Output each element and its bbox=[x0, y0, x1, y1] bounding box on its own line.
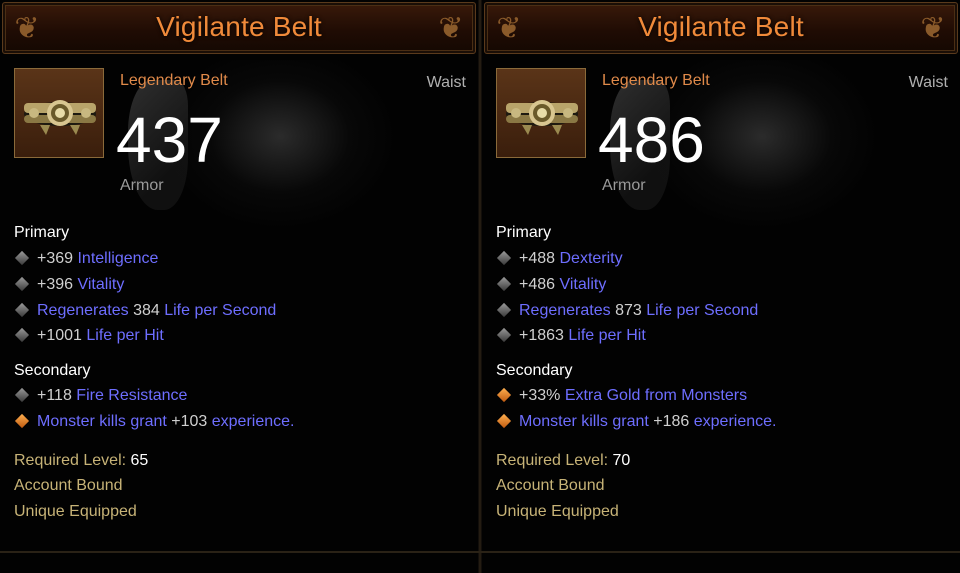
required-level: Required Level: 65 bbox=[14, 452, 148, 470]
account-bound: Account Bound bbox=[14, 477, 123, 494]
belt-icon bbox=[496, 68, 586, 158]
stat-name: Monster kills grant bbox=[37, 413, 172, 430]
armor-value: 437 bbox=[116, 104, 223, 176]
primary-heading: Primary bbox=[14, 224, 70, 241]
orange-diamond-bullet-icon bbox=[496, 388, 512, 403]
gray-diamond-bullet-icon bbox=[496, 277, 512, 292]
stat-name: Life per Second bbox=[641, 302, 759, 319]
item-type: Legendary Belt bbox=[602, 72, 710, 89]
belt-icon bbox=[14, 68, 104, 158]
stat-name: experience. bbox=[689, 413, 777, 430]
primary-stat: +1001 Life per Hit bbox=[14, 327, 164, 345]
required-level-value: 70 bbox=[612, 452, 631, 469]
stat-name: Life per Second bbox=[159, 302, 277, 319]
account-bound: Account Bound bbox=[496, 477, 605, 494]
gray-diamond-bullet-icon bbox=[14, 251, 30, 266]
stat-value: +369 bbox=[37, 250, 78, 267]
stat-value: +103 bbox=[171, 413, 208, 430]
stat-name: Vitality bbox=[559, 276, 607, 293]
stat-value: +486 bbox=[519, 276, 560, 293]
primary-stat: +488 Dexterity bbox=[496, 250, 623, 268]
stat-value: +33% bbox=[519, 387, 565, 404]
item-title: Vigilante Belt bbox=[638, 11, 804, 42]
gray-diamond-bullet-icon bbox=[14, 277, 30, 292]
stat-value: +186 bbox=[653, 413, 690, 430]
stat-name: Regenerates bbox=[37, 302, 134, 319]
item-title: Vigilante Belt bbox=[156, 11, 322, 42]
stat-name: Fire Resistance bbox=[76, 387, 188, 404]
primary-stat: +396 Vitality bbox=[14, 276, 124, 294]
item-slot: Waist bbox=[426, 74, 466, 91]
orange-diamond-bullet-icon bbox=[14, 414, 30, 429]
gray-diamond-bullet-icon bbox=[14, 328, 30, 343]
gray-diamond-bullet-icon bbox=[496, 303, 512, 318]
stat-name: Life per Hit bbox=[568, 327, 646, 344]
stat-value: 384 bbox=[133, 302, 160, 319]
stat-value: +396 bbox=[37, 276, 78, 293]
item-type: Legendary Belt bbox=[120, 72, 228, 89]
orange-diamond-bullet-icon bbox=[496, 414, 512, 429]
unique-equipped: Unique Equipped bbox=[496, 503, 619, 520]
stat-name: Intelligence bbox=[77, 250, 159, 267]
secondary-heading: Secondary bbox=[496, 362, 573, 379]
secondary-stat: +118 Fire Resistance bbox=[14, 387, 187, 405]
stat-value: +488 bbox=[519, 250, 560, 267]
armor-label: Armor bbox=[602, 177, 646, 194]
gray-diamond-bullet-icon bbox=[496, 251, 512, 266]
armor-value: 486 bbox=[598, 104, 705, 176]
required-level: Required Level: 70 bbox=[496, 452, 630, 470]
primary-stat: Regenerates 873 Life per Second bbox=[496, 302, 758, 320]
armor-label: Armor bbox=[120, 177, 164, 194]
title-bar: ❦ ❦ Vigilante Belt bbox=[2, 2, 476, 54]
gray-diamond-bullet-icon bbox=[14, 303, 30, 318]
primary-stat: +369 Intelligence bbox=[14, 250, 158, 268]
primary-heading: Primary bbox=[496, 224, 552, 241]
stat-value: +1863 bbox=[519, 327, 569, 344]
bottom-border bbox=[0, 551, 960, 553]
item-tooltip-left: ❦ ❦ Vigilante Belt Legendary Belt Waist … bbox=[0, 0, 478, 573]
gray-diamond-bullet-icon bbox=[14, 388, 30, 403]
primary-stat: +486 Vitality bbox=[496, 276, 606, 294]
item-slot: Waist bbox=[908, 74, 948, 91]
primary-stat: +1863 Life per Hit bbox=[496, 327, 646, 345]
secondary-stat: Monster kills grant +103 experience. bbox=[14, 413, 294, 431]
primary-stat: Regenerates 384 Life per Second bbox=[14, 302, 276, 320]
required-level-label: Required Level: bbox=[14, 452, 131, 469]
unique-equipped: Unique Equipped bbox=[14, 503, 137, 520]
secondary-heading: Secondary bbox=[14, 362, 91, 379]
required-level-value: 65 bbox=[130, 452, 149, 469]
stat-value: +118 bbox=[37, 387, 77, 404]
stat-name: Regenerates bbox=[519, 302, 616, 319]
gray-diamond-bullet-icon bbox=[496, 328, 512, 343]
stat-name: Vitality bbox=[77, 276, 125, 293]
title-bar: ❦ ❦ Vigilante Belt bbox=[484, 2, 958, 54]
stat-value: 873 bbox=[615, 302, 642, 319]
stat-name: Life per Hit bbox=[86, 327, 164, 344]
secondary-stat: Monster kills grant +186 experience. bbox=[496, 413, 776, 431]
required-level-label: Required Level: bbox=[496, 452, 613, 469]
stat-name: experience. bbox=[207, 413, 295, 430]
stat-name: Monster kills grant bbox=[519, 413, 654, 430]
item-tooltip-right: ❦ ❦ Vigilante Belt Legendary Belt Waist … bbox=[482, 0, 960, 573]
stat-value: +1001 bbox=[37, 327, 87, 344]
secondary-stat: +33% Extra Gold from Monsters bbox=[496, 387, 747, 405]
stat-name: Dexterity bbox=[559, 250, 623, 267]
stat-name: Extra Gold from Monsters bbox=[564, 387, 748, 404]
